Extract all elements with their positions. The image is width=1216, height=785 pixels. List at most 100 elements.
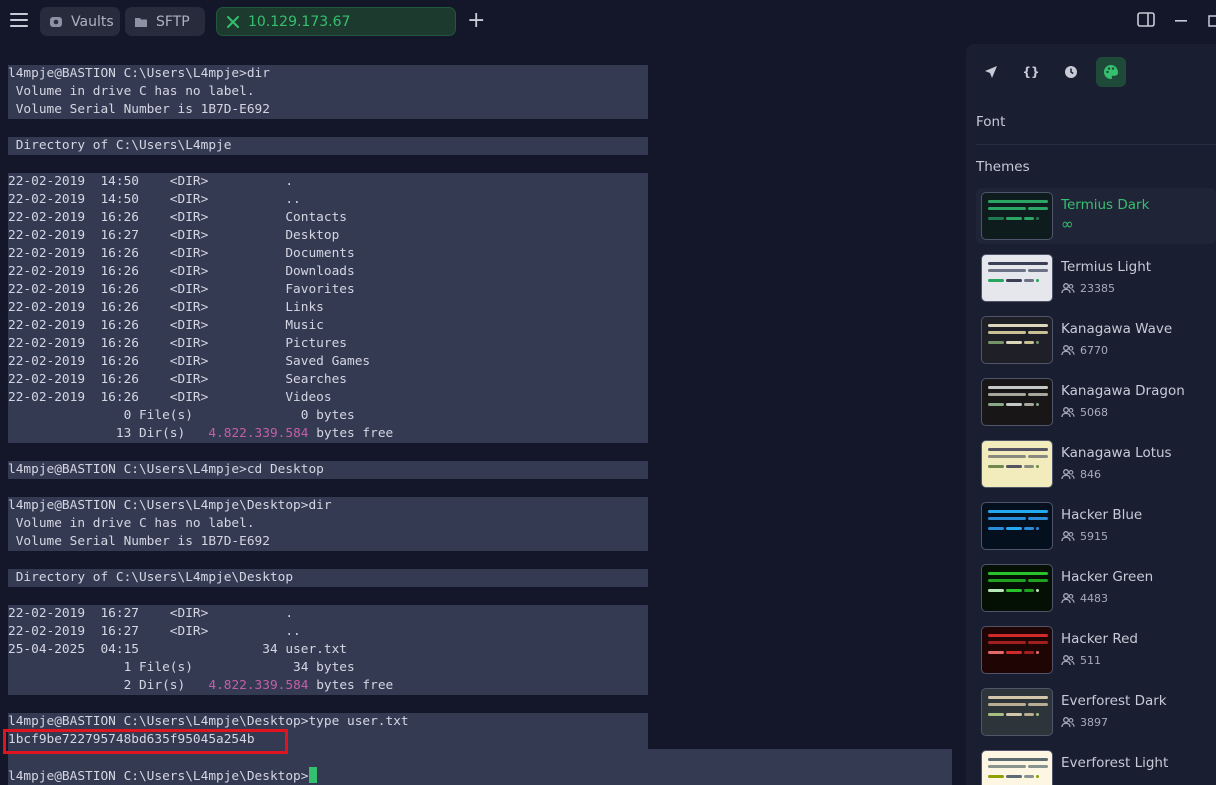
terminal-text: Volume Serial Number is 1B7D-E692 — [8, 102, 270, 117]
terminal-line: 22-02-2019 16:26 <DIR> Contacts — [8, 209, 648, 227]
terminal-line: 2 Dir(s) 4.822.339.584 bytes free — [8, 677, 648, 695]
preview-bar — [988, 765, 1026, 768]
terminal-line: l4mpje@BASTION C:\Users\L4mpje\Desktop>d… — [8, 497, 648, 515]
preview-bar — [1024, 217, 1034, 220]
tab-vaults[interactable]: Vaults — [40, 7, 120, 36]
split-view-icon[interactable] — [1137, 12, 1155, 28]
terminal-text: 22-02-2019 16:26 <DIR> Searches — [8, 372, 347, 387]
preview-bar — [1006, 279, 1022, 282]
theme-item[interactable]: Kanagawa Lotus 846 — [976, 436, 1216, 492]
users-icon — [1061, 469, 1075, 480]
terminal-text: bytes free — [308, 678, 394, 693]
preview-bar — [988, 324, 1048, 327]
terminal-line: 13 Dir(s) 4.822.339.584 bytes free — [8, 425, 648, 443]
tab-host[interactable]: 10.129.173.67 — [216, 7, 456, 36]
minimize-icon[interactable] — [1175, 20, 1187, 22]
terminal-line: l4mpje@BASTION C:\Users\L4mpje>cd Deskto… — [8, 461, 648, 479]
terminal-line: Directory of C:\Users\L4mpje — [8, 137, 648, 155]
theme-users: 4483 — [1061, 592, 1108, 605]
theme-users: 23385 — [1061, 282, 1115, 295]
preview-bar — [1036, 527, 1039, 530]
theme-preview — [981, 688, 1053, 736]
theme-item[interactable]: Termius Dark ∞ — [976, 188, 1216, 244]
font-section-title[interactable]: Font — [976, 114, 1005, 130]
theme-item[interactable]: Hacker Green 4483 — [976, 560, 1216, 616]
theme-item[interactable]: Everforest Light — [976, 746, 1216, 785]
theme-users: 846 — [1061, 468, 1101, 481]
preview-bar — [988, 758, 1048, 761]
theme-item[interactable]: Everforest Dark 3897 — [976, 684, 1216, 740]
terminal-text: 22-02-2019 14:50 <DIR> . — [8, 174, 294, 189]
theme-item[interactable]: Kanagawa Dragon 5068 — [976, 374, 1216, 430]
terminal-text: 22-02-2019 16:26 <DIR> Saved Games — [8, 354, 371, 369]
snippets-icon[interactable]: {} — [1016, 57, 1046, 87]
menu-icon[interactable] — [10, 13, 28, 29]
theme-item[interactable]: Hacker Blue 5915 — [976, 498, 1216, 554]
theme-preview — [981, 378, 1053, 426]
users-icon — [1061, 593, 1075, 604]
theme-item[interactable]: Kanagawa Wave 6770 — [976, 312, 1216, 368]
tab-label: Vaults — [71, 13, 114, 30]
vault-icon — [50, 16, 62, 27]
preview-bar — [1024, 527, 1034, 530]
users-icon — [1061, 407, 1075, 418]
terminal-text: 22-02-2019 16:26 <DIR> Documents — [8, 246, 355, 261]
preview-bar — [988, 403, 1004, 406]
tab-sftp[interactable]: SFTP — [125, 7, 205, 36]
preview-bar — [988, 634, 1048, 637]
terminal-text: 22-02-2019 16:26 <DIR> Pictures — [8, 336, 347, 351]
palette-icon[interactable] — [1096, 57, 1126, 87]
theme-preview — [981, 626, 1053, 674]
new-tab-button[interactable]: + — [467, 10, 485, 32]
preview-bar — [1036, 713, 1039, 716]
theme-user-count: 511 — [1080, 654, 1101, 667]
preview-bar — [988, 269, 1026, 272]
terminal[interactable]: l4mpje@BASTION C:\Users\L4mpje>dir Volum… — [0, 44, 952, 785]
terminal-line: 0 File(s) 0 bytes — [8, 407, 648, 425]
terminal-text: bytes free — [308, 426, 394, 441]
preview-bar — [1006, 527, 1022, 530]
theme-item[interactable]: Hacker Red 511 — [976, 622, 1216, 678]
theme-user-count: 846 — [1080, 468, 1101, 481]
preview-bar — [1006, 589, 1022, 592]
terminal-text: Volume in drive C has no label. — [8, 516, 255, 531]
maximize-icon[interactable] — [1208, 15, 1216, 27]
theme-preview — [981, 502, 1053, 550]
preview-bar — [1036, 589, 1039, 592]
theme-users: 5915 — [1061, 530, 1108, 543]
theme-name: Everforest Light — [1061, 755, 1169, 771]
preview-bar — [988, 713, 1004, 716]
preview-bar — [1036, 465, 1039, 468]
preview-bar — [1028, 641, 1048, 644]
terminal-line: 22-02-2019 16:26 <DIR> Pictures — [8, 335, 648, 353]
preview-bar — [1028, 517, 1048, 520]
theme-item[interactable]: Termius Light 23385 — [976, 250, 1216, 306]
preview-bar — [1028, 393, 1048, 396]
terminal-line: 22-02-2019 16:27 <DIR> Desktop — [8, 227, 648, 245]
close-icon[interactable] — [226, 15, 240, 29]
preview-bar — [1006, 465, 1022, 468]
history-icon[interactable] — [1056, 57, 1086, 87]
terminal-text: Volume Serial Number is 1B7D-E692 — [8, 534, 270, 549]
preview-bar — [988, 448, 1048, 451]
preview-bar — [1036, 651, 1039, 654]
terminal-cursor — [309, 767, 318, 783]
preview-bar — [988, 341, 1004, 344]
preview-bar — [1028, 765, 1048, 768]
terminal-text: 22-02-2019 16:27 <DIR> Desktop — [8, 228, 340, 243]
theme-name: Hacker Red — [1061, 631, 1138, 647]
terminal-text: 2 Dir(s) — [8, 678, 209, 693]
preview-bar — [1024, 465, 1034, 468]
preview-bar — [1036, 403, 1039, 406]
navigate-icon[interactable] — [976, 57, 1006, 87]
preview-bar — [988, 200, 1048, 203]
terminal-line: Directory of C:\Users\L4mpje\Desktop — [8, 569, 648, 587]
users-icon — [1061, 345, 1075, 356]
theme-name: Kanagawa Dragon — [1061, 383, 1185, 399]
terminal-text: 0 File(s) 0 bytes — [8, 408, 355, 423]
theme-user-count: 23385 — [1080, 282, 1115, 295]
